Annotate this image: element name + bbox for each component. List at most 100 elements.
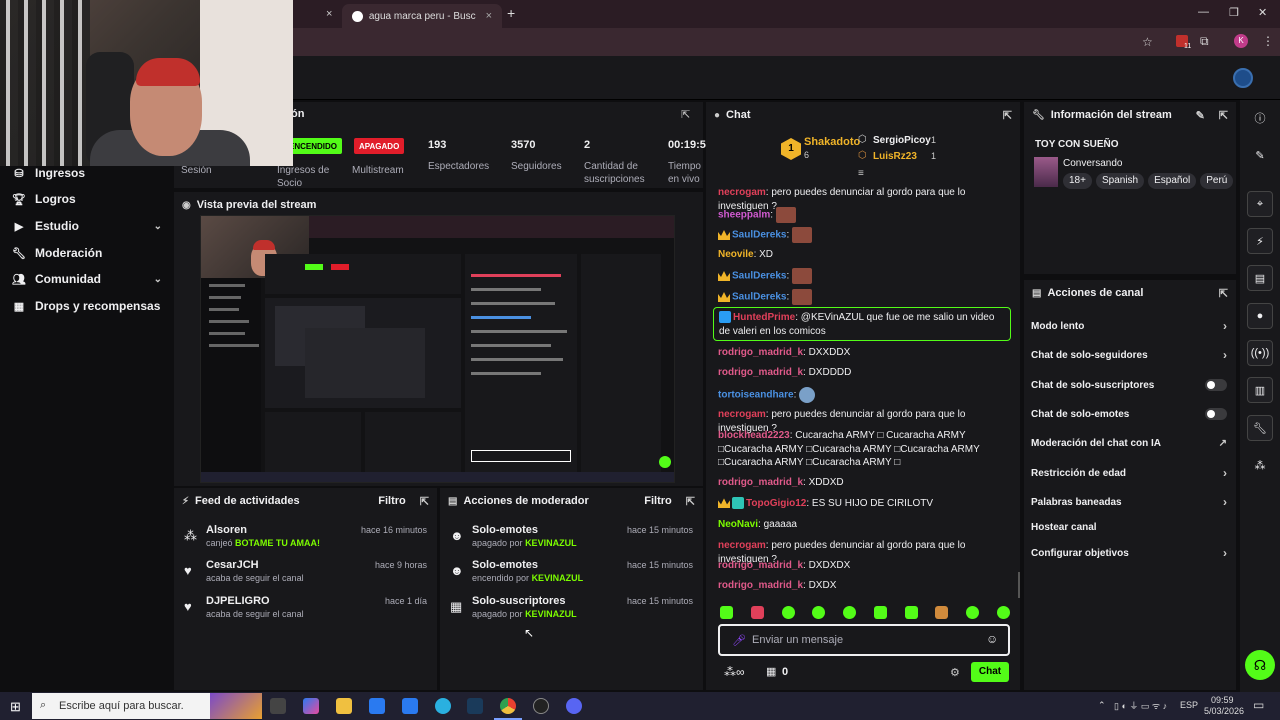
tag[interactable]: Spanish [1095,173,1145,189]
file-explorer-icon[interactable] [336,698,352,714]
store-icon[interactable] [369,698,385,714]
mail-icon[interactable] [402,698,418,714]
broadcast-icon[interactable]: ((•)) [1247,340,1273,366]
chat-message: HuntedPrime: @KEVinAZUL que fue oe me sa… [719,311,995,337]
feed-filter-button[interactable]: Filtro [378,495,406,507]
chat-bubble-icon[interactable]: ● [1247,303,1273,329]
points-icon[interactable]: ⁂ [1247,452,1273,478]
feed-user[interactable]: Alsoren [206,524,247,536]
category-name[interactable]: Conversando [1063,158,1122,169]
emote-icon[interactable] [935,606,949,619]
layout-icon[interactable]: ▥ [1247,377,1273,403]
notifications-icon[interactable]: ▭ [1253,698,1264,712]
browser-tab-search[interactable]: agua marca peru - Buscar con Google × [342,4,502,28]
gift-icon[interactable]: ▦ [766,665,776,678]
document-icon[interactable]: ▤ [1247,265,1273,291]
action-age-restriction[interactable]: Restricción de edad › [1031,465,1227,481]
taskbar-search[interactable]: ⌕ Escribe aquí para buscar. [32,693,262,719]
windows-start-icon[interactable]: ⊞ [10,699,21,715]
wrench-icon[interactable]: 🔧︎ [1247,415,1273,441]
emoji-picker-icon[interactable]: ☺ [986,632,998,646]
edit-pencil-icon[interactable]: ✎ [1196,109,1205,122]
tab-close-icon[interactable]: × [486,10,492,22]
new-tab-button[interactable]: + [507,5,515,21]
tag[interactable]: Perú [1200,173,1233,189]
chat-input[interactable]: 🎤︎ Enviar un mensaje ☺ [718,624,1010,656]
nav-item-moderacion[interactable]: 🔧︎ Moderación [12,243,162,263]
stream-preview-video[interactable] [200,215,675,483]
task-view-icon[interactable] [270,698,286,714]
restore-icon[interactable]: ❐ [1229,6,1239,19]
microphone-icon[interactable]: 🎤︎ [732,634,746,647]
mod-filter-button[interactable]: Filtro [644,495,672,507]
nav-item-drops[interactable]: ▦ Drops y recompensas [12,296,162,316]
clock-date[interactable]: 5/03/2026 [1204,706,1244,716]
lightning-icon[interactable]: ⚡︎ [1247,228,1273,254]
clock-time[interactable]: 09:59 [1211,695,1234,705]
discord-icon[interactable] [566,698,582,714]
emote-icon[interactable] [750,606,764,619]
popout-icon[interactable]: ⇱ [1219,109,1228,122]
info-icon[interactable]: ⓘ [1247,105,1273,131]
support-headset-icon[interactable]: ☊ [1245,650,1275,680]
emotes-only-toggle[interactable] [1205,408,1227,420]
action-followers-only[interactable]: Chat de solo-seguidores › [1031,347,1227,363]
action-subs-only[interactable]: Chat de solo-suscriptores [1031,377,1227,393]
category-thumbnail[interactable] [1034,157,1058,187]
nav-item-comunidad[interactable]: 👥︎ Comunidad ⌄ [12,269,162,289]
feed-user[interactable]: DJPELIGRO [206,595,270,607]
nav-item-ingresos[interactable]: ⛁ Ingresos [12,163,162,183]
leader1-name[interactable]: Shakadoto [804,136,860,148]
edge-icon[interactable] [435,698,451,714]
popout-icon[interactable]: ⇱ [420,495,429,508]
minimize-icon[interactable]: — [1198,6,1209,18]
emote-icon[interactable] [812,606,826,619]
close-window-icon[interactable]: ✕ [1258,6,1267,19]
chat-settings-gear-icon[interactable]: ⚙ [950,666,960,679]
copilot-icon[interactable] [303,698,319,714]
emote-icon[interactable] [781,606,795,619]
feed-user[interactable]: CesarJCH [206,559,259,571]
action-emotes-only[interactable]: Chat de solo-emotes [1031,406,1227,422]
emote-icon[interactable] [966,606,980,619]
obs-icon[interactable] [533,698,549,714]
tag[interactable]: 18+ [1063,173,1092,189]
subs-only-toggle[interactable] [1205,379,1227,391]
pencil-icon[interactable]: ✎ [1247,142,1273,168]
nav-item-logros[interactable]: 🏆︎ Logros [12,189,162,209]
action-slow-mode[interactable]: Modo lento › [1031,318,1227,334]
popout-icon[interactable]: ⇱ [1219,287,1228,300]
user-avatar[interactable] [1233,68,1253,88]
tray-chevron-icon[interactable]: ⌃ [1098,700,1106,711]
emote-icon[interactable] [843,606,857,619]
emote-icon[interactable] [873,606,887,619]
nav-item-estudio[interactable]: ▶ Estudio ⌄ [12,216,162,236]
leader3-name[interactable]: LuisRz23 [873,151,917,162]
popout-icon[interactable]: ⇱ [1003,109,1012,122]
popout-icon[interactable]: ⇱ [686,495,695,508]
tab-close-icon[interactable]: × [326,8,332,20]
language-indicator[interactable]: ESP [1180,700,1198,710]
popout-icon[interactable]: ⇱ [681,108,690,121]
menu-dots-icon[interactable]: ⋮ [1262,34,1274,48]
emote-icon[interactable] [720,606,733,619]
bookmark-star-icon[interactable]: ☆ [1142,35,1153,49]
tray-icons[interactable]: ▯ ◐ ⏚ ▭ ᯤ ♪ [1114,699,1167,712]
profile-avatar[interactable]: K [1234,34,1248,48]
tag[interactable]: Español [1148,173,1197,189]
target-icon[interactable]: ⌖ [1247,191,1273,217]
steam-icon[interactable] [467,698,483,714]
emote-icon[interactable] [904,606,918,619]
chat-scrollbar[interactable] [1018,572,1020,598]
action-ai-moderation[interactable]: Moderación del chat con IA ↗ [1031,435,1227,451]
action-host-channel[interactable]: Hostear canal [1031,519,1227,535]
emote-icon[interactable] [996,606,1010,619]
points-icon[interactable]: ⁂∞ [724,665,745,679]
chrome-icon[interactable] [500,698,516,714]
puzzle-icon[interactable]: ⧉ [1200,34,1209,49]
action-banned-words[interactable]: Palabras baneadas › [1031,494,1227,510]
leader2-name[interactable]: SergioPicoy [873,135,931,146]
action-goals[interactable]: Configurar objetivos › [1031,545,1227,561]
chat-send-button[interactable]: Chat [971,662,1009,682]
expand-leaderboard-icon[interactable]: ≡ [858,168,864,179]
